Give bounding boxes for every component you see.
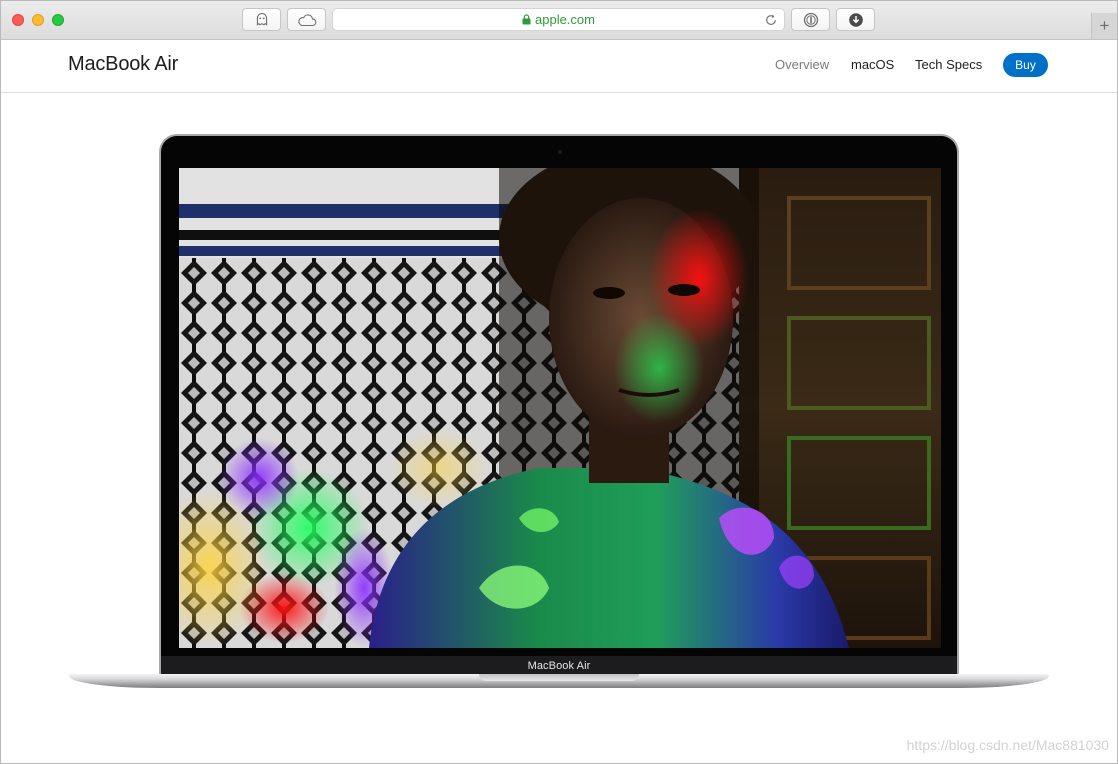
- reload-icon[interactable]: [764, 13, 778, 27]
- watermark-text: https://blog.csdn.net/Mac881030: [906, 737, 1109, 753]
- password-manager-icon: [803, 12, 818, 27]
- maximize-window-button[interactable]: [52, 14, 64, 26]
- plus-icon: +: [1099, 16, 1110, 35]
- close-window-button[interactable]: [12, 14, 24, 26]
- hero-screen-image: [179, 168, 941, 648]
- icloud-tabs-button[interactable]: [287, 8, 326, 31]
- password-manager-button[interactable]: [791, 8, 830, 31]
- lock-icon: [522, 14, 531, 25]
- downloads-button[interactable]: [836, 8, 875, 31]
- hero-section: MacBook Air https://blog.csdn.net/Mac881…: [1, 93, 1117, 763]
- product-navigation: MacBook Air Overview macOS Tech Specs Bu…: [1, 40, 1117, 93]
- device-label: MacBook Air: [527, 659, 591, 672]
- new-tab-button[interactable]: +: [1091, 13, 1117, 39]
- macbook-bezel-chin: MacBook Air: [161, 656, 957, 675]
- address-bar[interactable]: apple.com: [332, 8, 785, 31]
- macbook-base: [69, 674, 1049, 688]
- icloud-icon: [297, 13, 316, 26]
- macbook-lid: MacBook Air: [159, 134, 959, 675]
- ghost-icon: [256, 12, 267, 26]
- camera-icon: [558, 150, 562, 154]
- macbook-hinge-notch: [479, 674, 639, 681]
- browser-window: apple.com + MacBook Air Overview macOS T…: [0, 0, 1118, 764]
- nav-link-tech-specs[interactable]: Tech Specs: [915, 57, 982, 72]
- minimize-window-button[interactable]: [32, 14, 44, 26]
- buy-button[interactable]: Buy: [1003, 53, 1048, 77]
- ghostery-button[interactable]: [242, 8, 281, 31]
- download-icon: [848, 12, 863, 27]
- nav-link-overview[interactable]: Overview: [775, 57, 829, 72]
- url-text: apple.com: [535, 12, 595, 27]
- nav-link-macos[interactable]: macOS: [851, 57, 894, 72]
- browser-toolbar: apple.com +: [1, 1, 1117, 40]
- product-title[interactable]: MacBook Air: [68, 53, 178, 76]
